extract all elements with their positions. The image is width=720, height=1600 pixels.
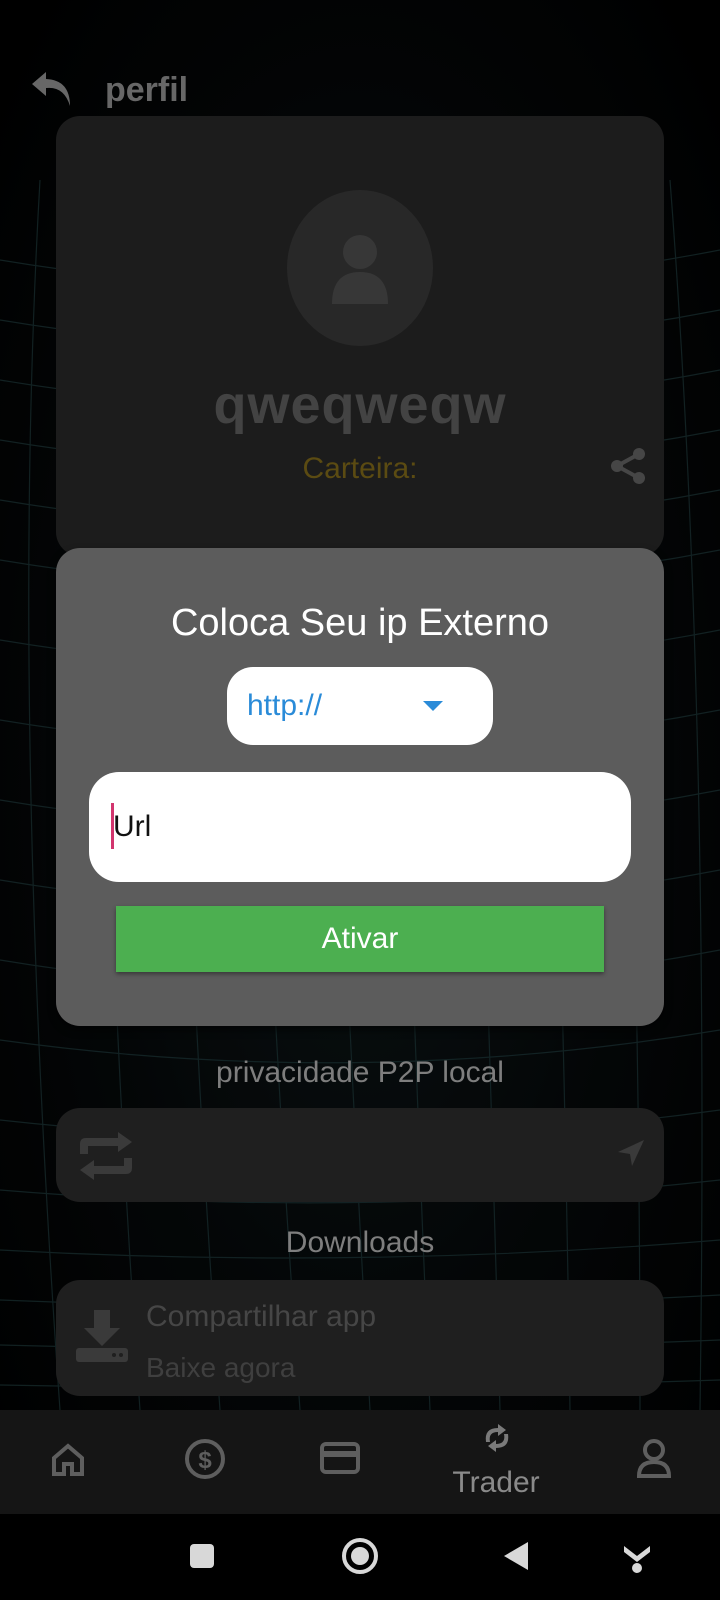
- url-input[interactable]: Url: [89, 772, 631, 882]
- external-ip-dialog: Coloca Seu ip Externo http:// Url Ativar: [56, 548, 664, 1026]
- nav-profile[interactable]: [620, 1410, 690, 1514]
- sync-icon: [485, 1424, 509, 1452]
- svg-text:$: $: [198, 1447, 212, 1474]
- system-navigation-bar: [0, 1514, 720, 1600]
- nav-trader[interactable]: Trader: [436, 1410, 556, 1514]
- bottom-navigation: $ Trader: [0, 1410, 720, 1514]
- nav-home[interactable]: [36, 1410, 100, 1514]
- home-icon: [52, 1443, 84, 1476]
- card-icon: [320, 1442, 360, 1474]
- protocol-selected-value: http://: [247, 689, 323, 722]
- dialog-title: Coloca Seu ip Externo: [170, 602, 550, 644]
- activate-button[interactable]: Ativar: [116, 906, 604, 972]
- nav-wallet[interactable]: $: [170, 1410, 240, 1514]
- nav-trader-label: Trader: [452, 1466, 540, 1499]
- url-placeholder: Url: [113, 810, 152, 843]
- user-icon: [636, 1439, 672, 1478]
- recents-icon[interactable]: [188, 1542, 216, 1575]
- home-circle-icon[interactable]: [340, 1536, 380, 1581]
- nav-cards[interactable]: [306, 1410, 376, 1514]
- back-triangle-icon[interactable]: [502, 1540, 530, 1577]
- dollar-icon: $: [185, 1439, 225, 1479]
- protocol-dropdown[interactable]: http://: [227, 667, 493, 745]
- chevron-down-icon: [423, 701, 443, 711]
- keyboard-hide-icon[interactable]: [620, 1538, 654, 1579]
